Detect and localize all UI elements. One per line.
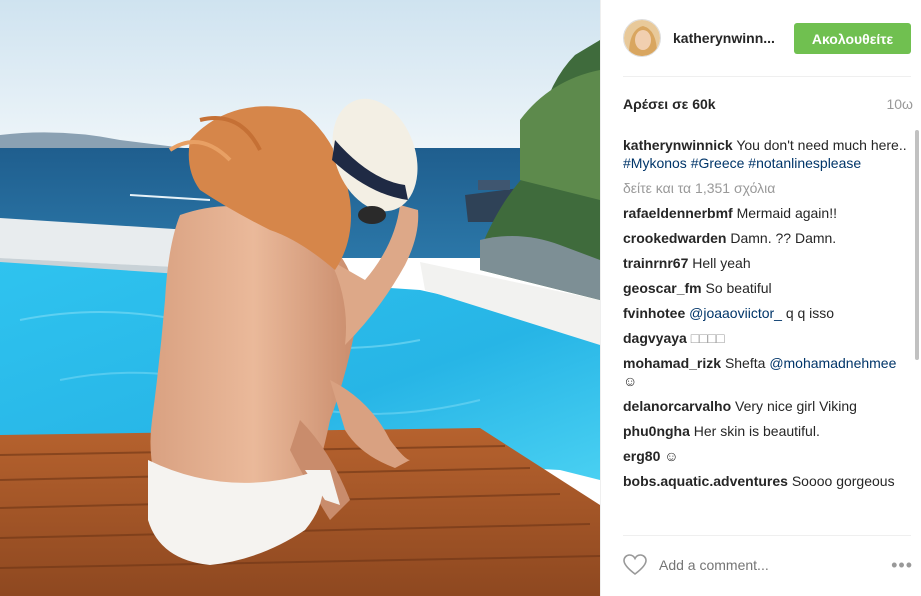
comment-item: mohamad_rizk Shefta @mohamadnehmee ☺ [623, 354, 913, 390]
comment-username[interactable]: geoscar_fm [623, 280, 702, 296]
post-header: katherynwinn... Ακολουθείτε [601, 0, 921, 76]
comment-item: fvinhotee @joaaoviictor_ q q isso [623, 304, 913, 322]
comment-item: delanorcarvalho Very nice girl Viking [623, 397, 913, 415]
comment-username[interactable]: fvinhotee [623, 305, 685, 321]
comment-username[interactable]: erg80 [623, 448, 660, 464]
post-sidebar: katherynwinn... Ακολουθείτε Αρέσει σε 60… [600, 0, 921, 596]
post-photo[interactable] [0, 0, 600, 596]
load-more-comments[interactable]: δείτε και τα 1,351 σχόλια [623, 179, 913, 197]
comments-list: katherynwinnick You don't need much here… [623, 136, 913, 530]
hashtag-link[interactable]: #Greece [691, 155, 745, 171]
comment-item: crookedwarden Damn. ?? Damn. [623, 229, 913, 247]
comment-text: Shefta [724, 355, 766, 371]
post-time[interactable]: 10ω [886, 96, 913, 112]
post-photo-illustration [0, 0, 600, 596]
avatar-image [624, 20, 660, 56]
comment-text: Very nice girl Viking [735, 398, 857, 414]
comment-footer: ••• [623, 551, 913, 579]
comment-username[interactable]: bobs.aquatic.adventures [623, 473, 788, 489]
comment-item: phu0ngha Her skin is beautiful. [623, 422, 913, 440]
caption-username[interactable]: katherynwinnick [623, 137, 733, 153]
comment-username[interactable]: delanorcarvalho [623, 398, 731, 414]
comment-username[interactable]: crookedwarden [623, 230, 726, 246]
post-stats: Αρέσει σε 60k 10ω [623, 96, 913, 112]
comment-text: q q isso [785, 305, 835, 321]
comment-item: bobs.aquatic.adventures Soooo gorgeous [623, 472, 913, 490]
header-username[interactable]: katherynwinn... [673, 30, 781, 46]
comment-item: trainrnr67 Hell yeah [623, 254, 913, 272]
comment-item: rafaeldennerbmf Mermaid again!! [623, 204, 913, 222]
comment-item: erg80 ☺ [623, 447, 913, 465]
comment-text: So beatiful [705, 280, 772, 296]
follow-button[interactable]: Ακολουθείτε [794, 23, 911, 54]
likes-count[interactable]: Αρέσει σε 60k [623, 96, 716, 112]
comment-username[interactable]: mohamad_rizk [623, 355, 721, 371]
comment-text: Soooo gorgeous [791, 473, 895, 489]
hashtag-link[interactable]: #Mykonos [623, 155, 687, 171]
comment-mention[interactable]: @joaaoviictor_ [689, 305, 782, 321]
smile-emoji: ☺ [664, 448, 679, 464]
comment-item: geoscar_fm So beatiful [623, 279, 913, 297]
comment-username[interactable]: dagvyaya [623, 330, 687, 346]
comment-text: Mermaid again!! [736, 205, 837, 221]
smile-emoji: ☺ [623, 373, 638, 389]
caption: katherynwinnick You don't need much here… [623, 136, 913, 172]
add-comment-input[interactable] [659, 557, 869, 573]
divider [623, 535, 911, 536]
scrollbar[interactable] [915, 130, 919, 360]
comment-username[interactable]: phu0ngha [623, 423, 690, 439]
comment-text: Hell yeah [692, 255, 751, 271]
avatar[interactable] [623, 19, 661, 57]
comment-mention[interactable]: @mohamadnehmee [769, 355, 896, 371]
heart-icon[interactable] [623, 554, 647, 576]
hashtag-link[interactable]: #notanlinesplease [748, 155, 861, 171]
caption-text: You don't need much here.. [736, 137, 907, 153]
comment-text: □□□□ [690, 330, 725, 346]
comment-text: Her skin is beautiful. [693, 423, 820, 439]
comment-username[interactable]: rafaeldennerbmf [623, 205, 733, 221]
more-options-icon[interactable]: ••• [891, 555, 913, 576]
comment-item: dagvyaya □□□□ [623, 329, 913, 347]
comment-text: Damn. ?? Damn. [730, 230, 837, 246]
divider [623, 76, 911, 77]
comment-username[interactable]: trainrnr67 [623, 255, 688, 271]
